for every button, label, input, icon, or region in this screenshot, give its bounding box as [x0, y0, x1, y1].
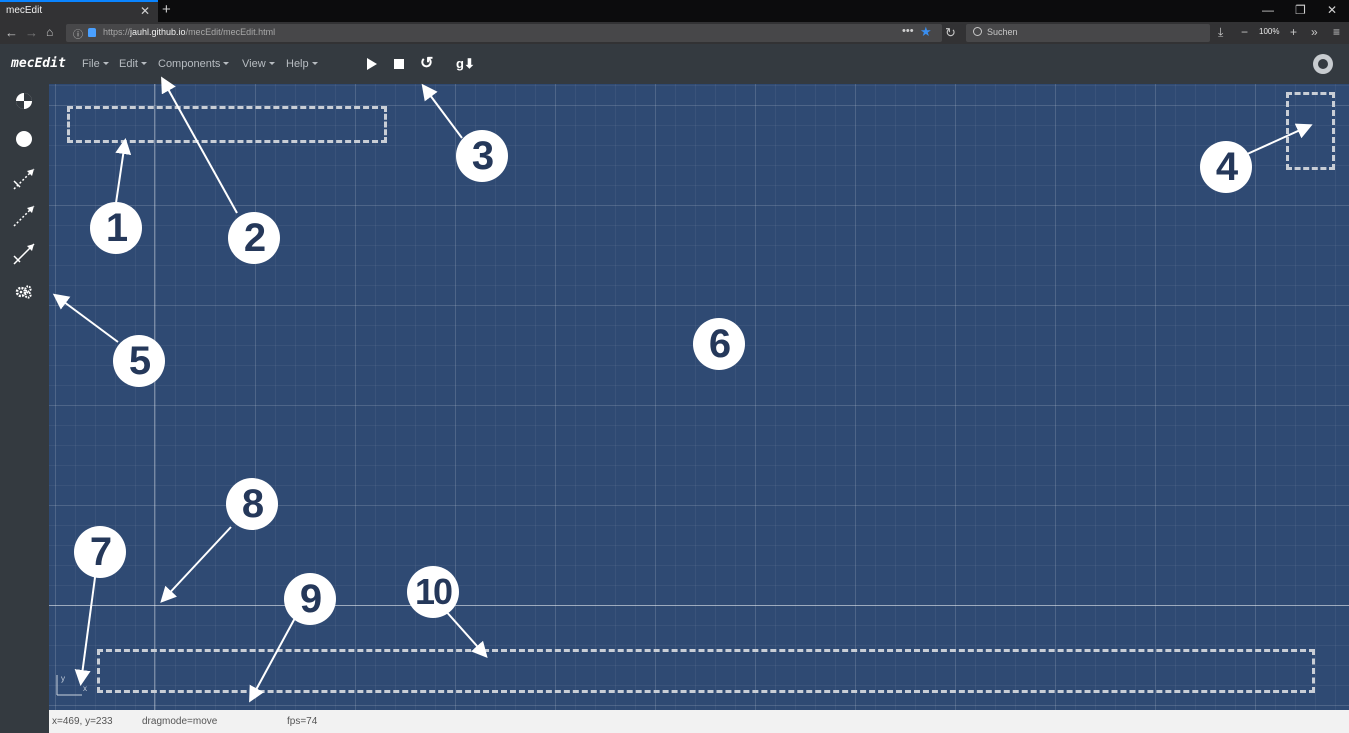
- menu-edit[interactable]: Edit: [119, 58, 147, 70]
- github-icon[interactable]: [1313, 54, 1333, 74]
- callout-7: 7: [74, 526, 126, 578]
- add-node-button[interactable]: [12, 127, 36, 151]
- cogs-icon: [15, 285, 32, 299]
- browser-nav-bar: ← → ⌂ ⓘ https://jauhl.github.io/mecEdit/…: [0, 22, 1349, 44]
- overflow-chevron-icon[interactable]: »: [1311, 25, 1318, 39]
- axis-x-label: x: [83, 684, 87, 693]
- search-input[interactable]: Suchen: [966, 24, 1210, 42]
- minimize-icon[interactable]: —: [1262, 3, 1274, 17]
- callout-9: 9: [284, 573, 336, 625]
- add-base-node-button[interactable]: [12, 89, 36, 113]
- stop-icon: [394, 59, 404, 69]
- callout-1: 1: [90, 202, 142, 254]
- tool-sidebar: [0, 84, 49, 733]
- search-placeholder: Suchen: [987, 27, 1018, 37]
- base-node-icon: [16, 93, 32, 109]
- reset-button[interactable]: ↺: [420, 54, 440, 74]
- play-button[interactable]: [361, 54, 381, 74]
- close-window-icon[interactable]: ✕: [1327, 3, 1337, 17]
- lock-icon: [88, 28, 96, 37]
- status-coords: x=469, y=233: [52, 716, 113, 727]
- url-bar[interactable]: ⓘ https://jauhl.github.io/mecEdit/mecEdi…: [66, 24, 942, 42]
- download-icon[interactable]: ⤓: [1218, 25, 1223, 40]
- add-free-constraint-button[interactable]: [12, 167, 36, 191]
- axis-y-label: y: [61, 674, 65, 683]
- callout-5: 5: [113, 335, 165, 387]
- coordinate-origin-icon: y x: [56, 674, 87, 696]
- hamburger-menu-icon[interactable]: ≡: [1333, 25, 1340, 39]
- tran-constraint-icon: [13, 205, 35, 227]
- back-arrow-icon[interactable]: ←: [5, 25, 18, 40]
- drives-button[interactable]: [12, 280, 36, 304]
- node-circle-icon: [16, 131, 32, 147]
- annotation-box-10: [97, 649, 1315, 693]
- new-tab-button[interactable]: +: [162, 1, 171, 18]
- callout-3: 3: [456, 130, 508, 182]
- free-constraint-icon: [13, 168, 35, 190]
- zoom-in-icon[interactable]: +: [1290, 25, 1297, 39]
- drawing-canvas[interactable]: y x: [49, 84, 1349, 710]
- browser-tab-strip: mecEdit ✕ + — ❐ ✕: [0, 0, 1349, 22]
- add-tran-constraint-button[interactable]: [12, 204, 36, 228]
- callout-8: 8: [226, 478, 278, 530]
- gravity-toggle[interactable]: g⬇: [456, 54, 478, 74]
- home-icon[interactable]: ⌂: [46, 25, 53, 39]
- annotation-box-1: [67, 106, 387, 143]
- search-icon: [973, 27, 982, 36]
- menu-view[interactable]: View: [242, 58, 275, 70]
- status-bar: x=469, y=233 dragmode=move fps=74: [49, 710, 1349, 733]
- gravity-label: g⬇: [456, 56, 475, 71]
- callout-4: 4: [1200, 141, 1252, 193]
- url-text: https://jauhl.github.io/mecEdit/mecEdit.…: [103, 27, 276, 37]
- page-actions-icon[interactable]: •••: [902, 25, 914, 37]
- menu-components[interactable]: Components: [158, 58, 229, 70]
- play-icon: [367, 58, 377, 70]
- bookmark-star-icon[interactable]: ★: [920, 24, 932, 40]
- tab-close-icon[interactable]: ✕: [140, 4, 150, 18]
- reload-icon[interactable]: ↻: [945, 25, 956, 41]
- status-dragmode: dragmode=move: [142, 716, 218, 727]
- info-icon[interactable]: ⓘ: [73, 26, 83, 41]
- undo-icon: ↺: [420, 55, 434, 72]
- callout-6: 6: [693, 318, 745, 370]
- annotation-box-4: [1286, 92, 1335, 170]
- browser-tab-title: mecEdit: [6, 5, 43, 16]
- callout-2: 2: [228, 212, 280, 264]
- screenshot-root: mecEdit ✕ + — ❐ ✕ ← → ⌂ ⓘ https://jauhl.…: [0, 0, 1349, 733]
- status-fps: fps=74: [287, 716, 318, 727]
- restore-icon[interactable]: ❐: [1295, 3, 1306, 17]
- app-menu-bar: mecEdit File Edit Components View Help ↺…: [0, 44, 1349, 84]
- zoom-level[interactable]: 100%: [1259, 27, 1279, 36]
- app-brand: mecEdit: [11, 56, 66, 71]
- add-rot-constraint-button[interactable]: [12, 242, 36, 266]
- x-axis-line: [49, 605, 1349, 606]
- browser-tab[interactable]: mecEdit ✕: [0, 0, 158, 22]
- y-axis-line: [154, 84, 155, 710]
- callout-10: 10: [407, 566, 459, 618]
- menu-help[interactable]: Help: [286, 58, 318, 70]
- menu-file[interactable]: File: [82, 58, 109, 70]
- zoom-out-icon[interactable]: −: [1241, 25, 1248, 39]
- forward-arrow-icon[interactable]: →: [25, 25, 38, 40]
- stop-button[interactable]: [389, 54, 409, 74]
- rot-constraint-icon: [13, 243, 35, 265]
